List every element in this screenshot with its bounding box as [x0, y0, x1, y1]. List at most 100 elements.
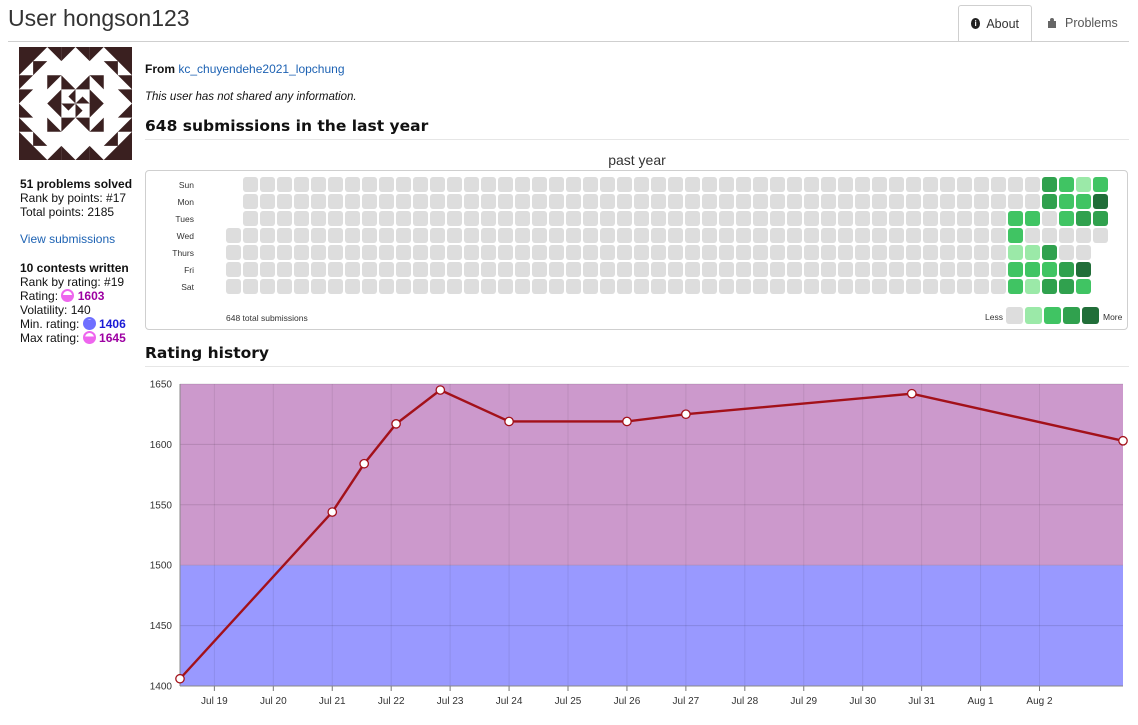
rating-point[interactable]	[622, 416, 632, 427]
heatmap-cell[interactable]	[396, 194, 411, 209]
heatmap-cell[interactable]	[294, 177, 309, 192]
heatmap-cell[interactable]	[617, 194, 632, 209]
heatmap-cell[interactable]	[226, 262, 241, 277]
heatmap-cell[interactable]	[430, 194, 445, 209]
heatmap-cell[interactable]	[532, 279, 547, 294]
heatmap-cell[interactable]	[396, 177, 411, 192]
heatmap-cell[interactable]	[974, 262, 989, 277]
heatmap-cell[interactable]	[974, 279, 989, 294]
heatmap-cell[interactable]	[906, 211, 921, 226]
heatmap-cell[interactable]	[566, 279, 581, 294]
heatmap-cell[interactable]	[651, 245, 666, 260]
heatmap-cell[interactable]	[651, 211, 666, 226]
heatmap-cell[interactable]	[736, 177, 751, 192]
heatmap-cell[interactable]	[736, 245, 751, 260]
heatmap-cell[interactable]	[1076, 228, 1091, 243]
heatmap-cell[interactable]	[1059, 279, 1074, 294]
heatmap-cell[interactable]	[770, 279, 785, 294]
heatmap-cell[interactable]	[872, 177, 887, 192]
heatmap-cell[interactable]	[328, 211, 343, 226]
heatmap-cell[interactable]	[821, 245, 836, 260]
heatmap-cell[interactable]	[804, 211, 819, 226]
heatmap-cell[interactable]	[430, 245, 445, 260]
heatmap-cell[interactable]	[1076, 245, 1091, 260]
heatmap-cell[interactable]	[549, 228, 564, 243]
heatmap-cell[interactable]	[345, 194, 360, 209]
heatmap-cell[interactable]	[685, 262, 700, 277]
heatmap-cell[interactable]	[566, 194, 581, 209]
heatmap-cell[interactable]	[719, 177, 734, 192]
heatmap-cell[interactable]	[872, 279, 887, 294]
heatmap-cell[interactable]	[872, 211, 887, 226]
heatmap-cell[interactable]	[396, 279, 411, 294]
heatmap-cell[interactable]	[583, 211, 598, 226]
heatmap-cell[interactable]	[1008, 279, 1023, 294]
heatmap-cell[interactable]	[498, 245, 513, 260]
heatmap-cell[interactable]	[719, 194, 734, 209]
heatmap-cell[interactable]	[838, 262, 853, 277]
tab-about[interactable]: i About	[958, 5, 1032, 42]
heatmap-cell[interactable]	[226, 245, 241, 260]
heatmap-cell[interactable]	[668, 279, 683, 294]
heatmap-cell[interactable]	[345, 279, 360, 294]
heatmap-cell[interactable]	[889, 262, 904, 277]
heatmap-cell[interactable]	[940, 279, 955, 294]
rating-point[interactable]	[435, 385, 446, 395]
rating-point[interactable]	[391, 419, 401, 429]
heatmap-cell[interactable]	[498, 262, 513, 277]
heatmap-cell[interactable]	[311, 177, 326, 192]
heatmap-cell[interactable]	[260, 177, 275, 192]
heatmap-cell[interactable]	[787, 194, 802, 209]
heatmap-cell[interactable]	[770, 194, 785, 209]
heatmap-cell[interactable]	[855, 279, 870, 294]
rating-point[interactable]	[175, 673, 185, 684]
heatmap-cell[interactable]	[532, 228, 547, 243]
heatmap-cell[interactable]	[753, 211, 768, 226]
heatmap-cell[interactable]	[464, 262, 479, 277]
heatmap-cell[interactable]	[549, 279, 564, 294]
heatmap-cell[interactable]	[702, 211, 717, 226]
heatmap-cell[interactable]	[685, 245, 700, 260]
heatmap-cell[interactable]	[532, 245, 547, 260]
rating-point[interactable]	[327, 507, 338, 517]
heatmap-cell[interactable]	[583, 177, 598, 192]
heatmap-cell[interactable]	[685, 211, 700, 226]
heatmap-cell[interactable]	[617, 211, 632, 226]
heatmap-cell[interactable]	[294, 228, 309, 243]
heatmap-cell[interactable]	[855, 177, 870, 192]
heatmap-cell[interactable]	[600, 279, 615, 294]
heatmap-cell[interactable]	[413, 262, 428, 277]
heatmap-cell[interactable]	[362, 194, 377, 209]
heatmap-cell[interactable]	[736, 262, 751, 277]
heatmap-cell[interactable]	[719, 279, 734, 294]
heatmap-cell[interactable]	[1093, 228, 1108, 243]
heatmap-cell[interactable]	[906, 228, 921, 243]
heatmap-cell[interactable]	[1059, 194, 1074, 209]
heatmap-cell[interactable]	[328, 228, 343, 243]
heatmap-cell[interactable]	[1025, 194, 1040, 209]
heatmap-cell[interactable]	[974, 228, 989, 243]
heatmap-cell[interactable]	[770, 211, 785, 226]
heatmap-cell[interactable]	[940, 245, 955, 260]
heatmap-cell[interactable]	[566, 211, 581, 226]
heatmap-cell[interactable]	[651, 228, 666, 243]
heatmap-cell[interactable]	[464, 177, 479, 192]
heatmap-cell[interactable]	[277, 211, 292, 226]
heatmap-cell[interactable]	[600, 194, 615, 209]
heatmap-cell[interactable]	[1059, 245, 1074, 260]
heatmap-cell[interactable]	[770, 245, 785, 260]
heatmap-cell[interactable]	[668, 245, 683, 260]
heatmap-cell[interactable]	[226, 279, 241, 294]
heatmap-cell[interactable]	[294, 245, 309, 260]
heatmap-cell[interactable]	[838, 177, 853, 192]
heatmap-cell[interactable]	[634, 279, 649, 294]
heatmap-cell[interactable]	[787, 177, 802, 192]
heatmap-cell[interactable]	[1076, 194, 1091, 209]
heatmap-cell[interactable]	[1076, 262, 1091, 277]
heatmap-cell[interactable]	[260, 245, 275, 260]
heatmap-cell[interactable]	[311, 279, 326, 294]
heatmap-cell[interactable]	[549, 211, 564, 226]
heatmap-cell[interactable]	[447, 262, 462, 277]
heatmap-cell[interactable]	[379, 228, 394, 243]
heatmap-cell[interactable]	[753, 194, 768, 209]
